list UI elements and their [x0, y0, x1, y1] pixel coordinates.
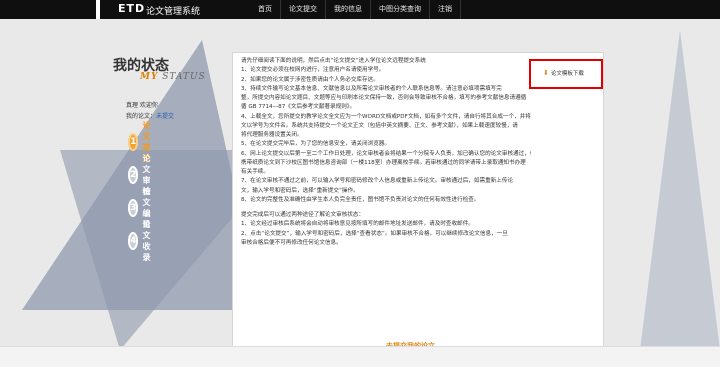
download-label: 论文模板下载	[550, 71, 584, 77]
instruction-line: 请先仔细阅读下面的说明，然后点击“论文提交”进入学位论文远程提交系统	[241, 58, 426, 64]
step-thesis-catalog[interactable]: 3 论文编目	[128, 187, 159, 229]
main-nav: 首页 论文提交 我的信息 中图分类查询 注销	[250, 0, 461, 19]
download-highlight-box: ⬇ 论文模板下载	[529, 59, 603, 89]
nav-home[interactable]: 首页	[250, 0, 281, 19]
step-number: 3	[128, 199, 139, 217]
instruction-line: 7、在论文审核不通过之前，可以输入学号和密码修改个人信息或重新上传论文。审核通过…	[241, 178, 514, 185]
thesis-status-value: 未提交	[156, 113, 175, 120]
thesis-status-label: 我的论文：	[126, 113, 157, 120]
status-subtitle: MY STATUS	[140, 72, 206, 82]
instruction-line: 1、论文经过审核后系统将会自动将审核意见按所填写的邮件地址发送邮件，请及时查收邮…	[241, 221, 474, 228]
instruction-line: 提交完成后可以通过两种途径了解论文审核状态：	[241, 212, 365, 218]
instruction-line: 4、上载全文，您所提交的教学论文全文应为一个WORD文档或PDF文档，如有多个文…	[241, 113, 531, 120]
instruction-line: 1、论文提交必须在校网内进行，注意用户名请使用学号。	[241, 67, 385, 74]
download-icon: ⬇	[543, 69, 549, 77]
step-thesis-review[interactable]: 2 论文审核	[128, 154, 159, 196]
instruction-line: 携带纸质论文到下沙校区图书馆信息咨询部（一楼118室）办理离校手续。若审核通过的…	[241, 159, 526, 166]
footer-strip	[0, 346, 720, 367]
instruction-line: 6、网上论文提交以后第一至二个工作日处理，论文审核者会将结果一个分院专人负责，加…	[241, 150, 531, 157]
system-name: 论文管理系统	[146, 7, 201, 17]
instruction-line: 有关手续。	[241, 169, 269, 175]
template-download-button[interactable]: ⬇ 论文模板下载	[543, 69, 584, 77]
instruction-line: 2、如果您的论文属于涉密性质请由个人务必交库存这。	[241, 76, 379, 83]
step-label: 论文收录	[142, 220, 152, 262]
logo-etd: ETD	[118, 2, 146, 15]
step-thesis-archive[interactable]: 4 论文收录	[128, 220, 159, 262]
user-greeting: 真理 欢迎你	[126, 102, 158, 109]
instruction-line: 文以学号为文件名。系统共支持提交一个论文正文（包括中英文摘要、正文、参考文献），…	[241, 122, 518, 129]
nav-my-info[interactable]: 我的信息	[326, 0, 371, 19]
instruction-line: 整，所提交内容如论文题目、文题等应与印刷本论文保持一致，否则会导致审核不合格，填…	[241, 95, 527, 101]
status-subtitle-my: MY	[140, 72, 159, 82]
step-thesis-submit[interactable]: 1 论文提交	[128, 121, 159, 163]
background-triangle	[640, 30, 720, 350]
instruction-line: 5、在论文提交完毕后，为了您的信息安全，请关闭浏览器。	[241, 141, 390, 148]
nav-classification-search[interactable]: 中图分类查询	[371, 0, 430, 19]
instructions-text: 请先仔细阅读下面的说明，然后点击“论文提交”进入学位论文远程提交系统 1、论文提…	[241, 57, 531, 248]
step-number: 4	[128, 232, 139, 250]
instruction-line: 8、论文的完整性及准确性由学生本人负完全责任，图书馆不负责对论文的任何有效性进行…	[241, 196, 480, 203]
instruction-line: 审核合格后便不可再修改任何论文信息。	[241, 239, 342, 246]
instruction-line: 3、持续文件输写论文基本信息、文献信息以及所需论文审核者的个人联系信息等。请注意…	[241, 85, 502, 92]
instructions-panel: 请先仔细阅读下面的说明，然后点击“论文提交”进入学位论文远程提交系统 1、论文提…	[232, 52, 604, 367]
nav-submit-thesis[interactable]: 论文提交	[281, 0, 326, 19]
nav-logout[interactable]: 注销	[430, 0, 461, 19]
step-number: 2	[128, 166, 139, 184]
instruction-line: 将代理服务器设置关闭。	[241, 132, 303, 138]
step-number: 1	[128, 133, 139, 151]
instruction-line: 循 GB 7714—87《文后参考文献著录规则》。	[241, 104, 356, 111]
status-subtitle-rest: STATUS	[162, 72, 206, 82]
instruction-line: 文，输入学号和密码后，选择“重新提交”操作。	[241, 187, 359, 194]
thesis-status: 我的论文：未提交	[126, 111, 174, 120]
instruction-line: 2、点击“论文提交”，输入学号和密码后，选择“查看状态”。如果审核不合格，可以继…	[241, 230, 508, 237]
